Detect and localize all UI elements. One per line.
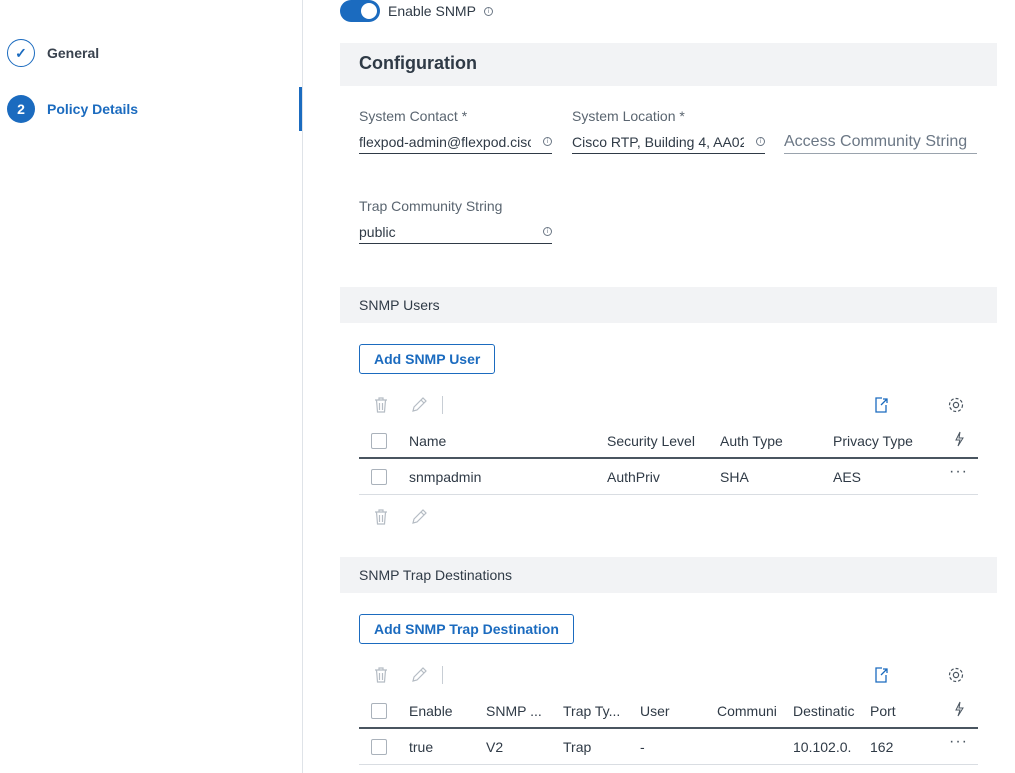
table-row[interactable]: snmpadmin AuthPriv SHA AES ··· bbox=[359, 459, 978, 495]
system-contact-value: flexpod-admin@flexpod.cisco.com bbox=[359, 133, 531, 150]
trap-enable: true bbox=[409, 739, 434, 755]
trap-community-label: Trap Community String bbox=[359, 198, 503, 214]
column-header[interactable]: Name bbox=[409, 433, 446, 449]
wizard-sidebar: ✓ General 2 Policy Details bbox=[0, 0, 303, 773]
export-icon[interactable] bbox=[871, 664, 891, 686]
row-checkbox[interactable] bbox=[371, 469, 387, 485]
check-icon: ✓ bbox=[7, 39, 35, 67]
trap-type: Trap bbox=[563, 739, 592, 755]
gear-icon[interactable] bbox=[946, 394, 966, 416]
bolt-icon[interactable] bbox=[954, 431, 964, 452]
trash-icon[interactable] bbox=[371, 664, 391, 686]
column-header[interactable]: Port bbox=[870, 703, 930, 719]
snmp-users-table: Name Security Level Auth Type Privacy Ty… bbox=[359, 423, 978, 495]
access-community-field: Access Community String bbox=[784, 108, 977, 154]
gear-icon[interactable] bbox=[946, 664, 966, 686]
column-header[interactable]: Auth Type bbox=[720, 433, 783, 449]
security-level: AuthPriv bbox=[607, 469, 660, 485]
snmp-users-bottom-toolbar bbox=[359, 506, 978, 532]
trash-icon[interactable] bbox=[371, 394, 391, 416]
access-community-placeholder: Access Community String bbox=[784, 132, 968, 150]
info-icon[interactable]: i bbox=[543, 137, 552, 146]
column-header[interactable]: Enable bbox=[409, 703, 475, 719]
trap-snmp-version: V2 bbox=[486, 739, 504, 755]
active-step-indicator bbox=[299, 87, 302, 131]
step-general[interactable]: ✓ General bbox=[7, 39, 99, 67]
pencil-icon[interactable] bbox=[409, 664, 429, 686]
snmp-users-toolbar bbox=[359, 394, 978, 420]
trap-destinations-toolbar bbox=[359, 664, 978, 690]
system-location-value: Cisco RTP, Building 4, AA02 bbox=[572, 133, 744, 150]
row-checkbox[interactable] bbox=[371, 739, 387, 755]
add-snmp-user-button[interactable]: Add SNMP User bbox=[359, 344, 496, 374]
info-icon[interactable]: i bbox=[756, 137, 765, 146]
trap-destinations-header: SNMP Trap Destinations bbox=[340, 557, 997, 593]
enable-snmp-row: Enable SNMP i bbox=[340, 0, 493, 22]
select-all-checkbox[interactable] bbox=[371, 703, 387, 719]
trap-destination: 10.102.0. bbox=[793, 739, 852, 755]
trash-icon[interactable] bbox=[371, 506, 391, 528]
column-header[interactable]: Communi bbox=[717, 703, 779, 719]
system-contact-label: System Contact * bbox=[359, 108, 468, 124]
privacy-type: AES bbox=[833, 469, 862, 485]
step-label-policy-details: Policy Details bbox=[47, 101, 139, 117]
enable-snmp-label: Enable SNMP bbox=[388, 3, 476, 19]
toggle-knob bbox=[361, 3, 377, 19]
auth-type: SHA bbox=[720, 469, 749, 485]
more-icon[interactable]: ··· bbox=[949, 463, 968, 481]
more-icon[interactable]: ··· bbox=[949, 733, 968, 751]
configuration-title: Configuration bbox=[359, 53, 477, 73]
pencil-icon[interactable] bbox=[409, 506, 429, 528]
trap-port: 162 bbox=[870, 739, 894, 755]
step-number: 2 bbox=[7, 95, 35, 123]
table-row[interactable]: true V2 Trap - 10.102.0. 162 ··· bbox=[359, 729, 978, 765]
info-icon[interactable]: i bbox=[483, 6, 493, 16]
column-header[interactable]: SNMP ... bbox=[486, 703, 552, 719]
toolbar-divider bbox=[442, 666, 443, 684]
column-header[interactable]: Destinatic bbox=[793, 703, 857, 719]
column-header[interactable]: Privacy Type bbox=[833, 433, 913, 449]
pencil-icon[interactable] bbox=[409, 394, 429, 416]
toolbar-divider bbox=[442, 396, 443, 414]
trap-community-field: Trap Community String public i bbox=[359, 198, 552, 244]
system-contact-field: System Contact * flexpod-admin@flexpod.c… bbox=[359, 108, 552, 154]
step-policy-details[interactable]: 2 Policy Details bbox=[7, 95, 138, 123]
trap-community-input[interactable]: public i bbox=[359, 220, 552, 244]
snmp-users-header: SNMP Users bbox=[340, 287, 997, 323]
trap-community-value: public bbox=[359, 223, 396, 240]
access-community-input[interactable]: Access Community String bbox=[784, 130, 977, 154]
column-header[interactable]: Security Level bbox=[607, 433, 695, 449]
snmp-users-title: SNMP Users bbox=[359, 297, 440, 313]
configuration-header: Configuration bbox=[340, 43, 997, 86]
trap-destinations-table: Enable SNMP ... Trap Ty... User Communi … bbox=[359, 693, 978, 765]
table-header: Name Security Level Auth Type Privacy Ty… bbox=[359, 423, 978, 459]
column-header[interactable]: Trap Ty... bbox=[563, 703, 629, 719]
info-icon[interactable]: i bbox=[543, 227, 552, 236]
table-header: Enable SNMP ... Trap Ty... User Communi … bbox=[359, 693, 978, 729]
column-header[interactable]: User bbox=[640, 703, 706, 719]
system-contact-input[interactable]: flexpod-admin@flexpod.cisco.com i bbox=[359, 130, 552, 154]
select-all-checkbox[interactable] bbox=[371, 433, 387, 449]
user-name: snmpadmin bbox=[409, 469, 482, 485]
enable-snmp-toggle[interactable] bbox=[340, 0, 380, 22]
add-snmp-trap-destination-button[interactable]: Add SNMP Trap Destination bbox=[359, 614, 574, 644]
system-location-field: System Location * Cisco RTP, Building 4,… bbox=[572, 108, 765, 154]
trap-destinations-title: SNMP Trap Destinations bbox=[359, 567, 513, 583]
trap-user: - bbox=[640, 739, 645, 755]
step-label-general: General bbox=[47, 45, 100, 61]
system-location-input[interactable]: Cisco RTP, Building 4, AA02 i bbox=[572, 130, 765, 154]
bolt-icon[interactable] bbox=[954, 701, 964, 722]
system-location-label: System Location * bbox=[572, 108, 685, 124]
export-icon[interactable] bbox=[871, 394, 891, 416]
